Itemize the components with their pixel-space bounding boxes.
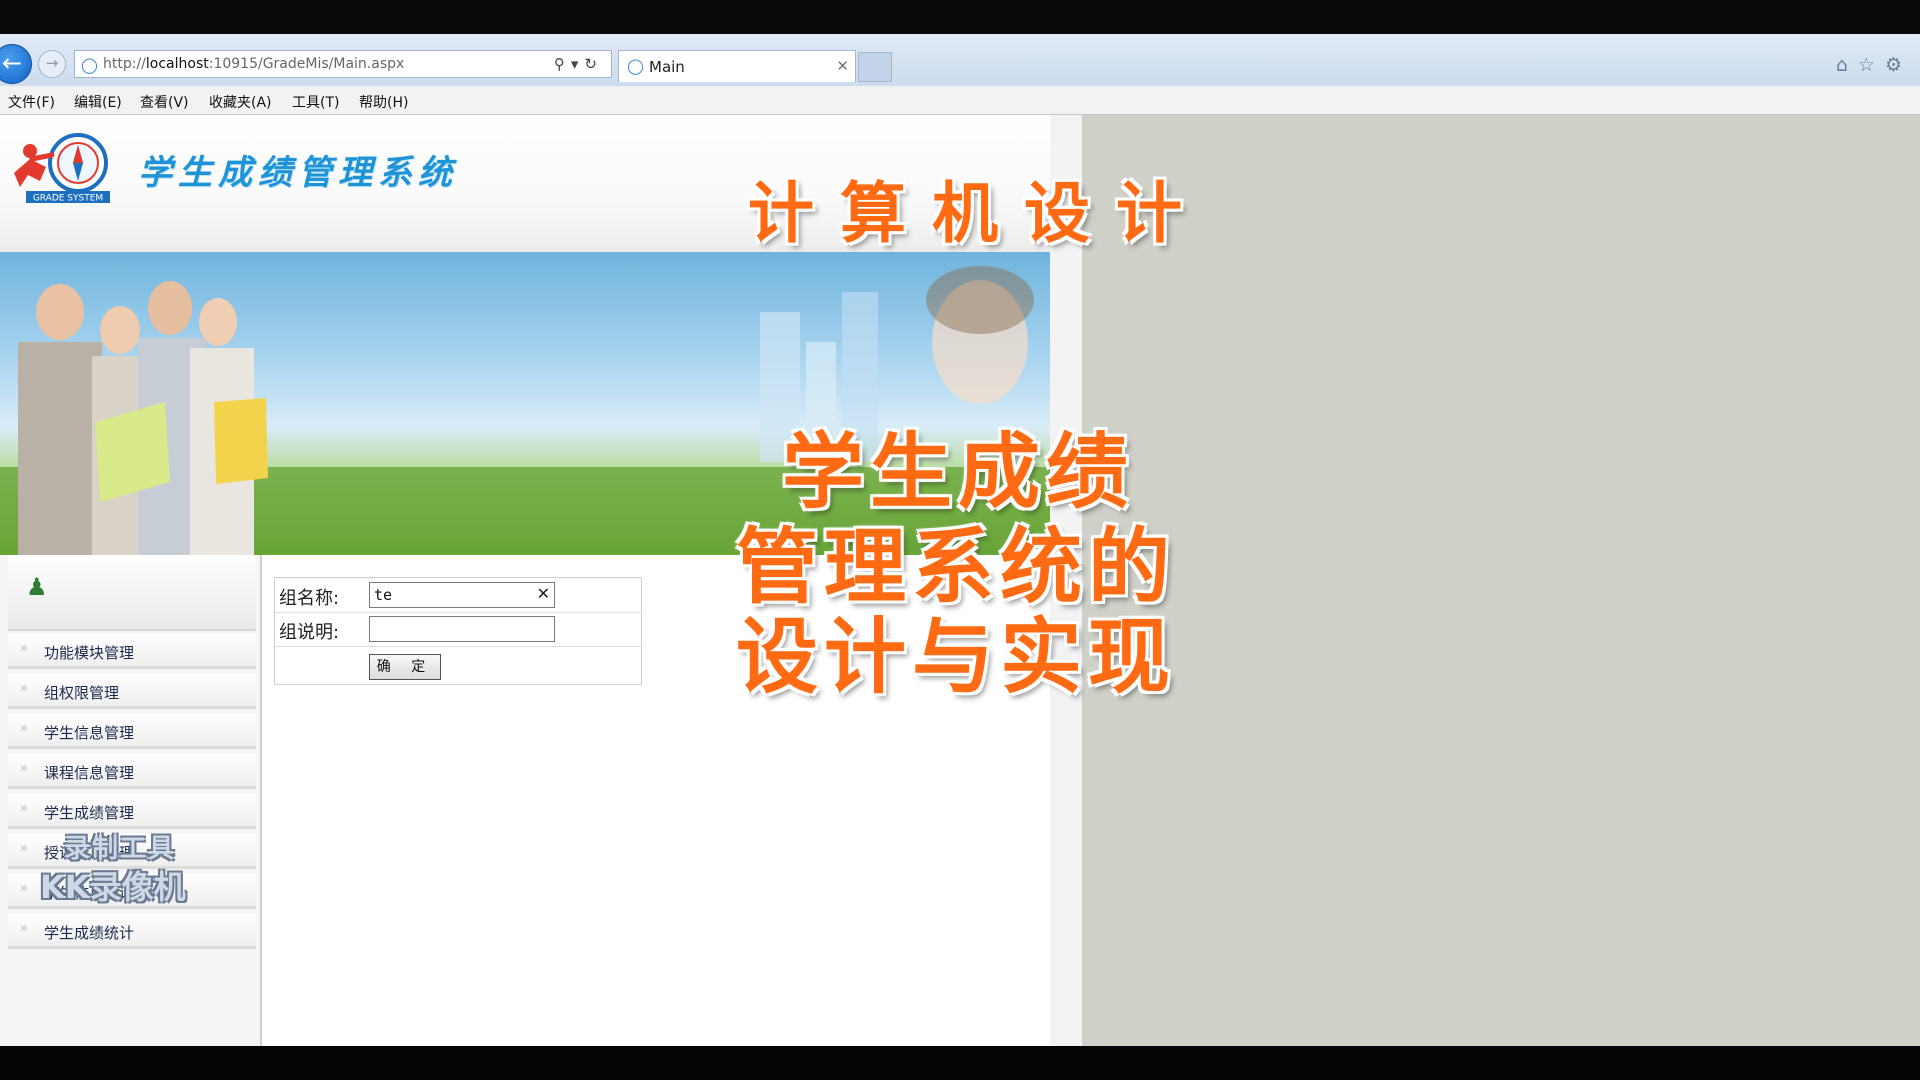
double-chevron-icon: » [20, 761, 28, 776]
refresh-icon[interactable]: ↻ [584, 55, 603, 73]
search-icon[interactable]: ⚲ [554, 55, 571, 73]
close-tab-icon[interactable]: ✕ [836, 57, 849, 75]
group-name-row: 组名称: te ✕ [275, 578, 641, 613]
group-desc-label: 组说明: [279, 622, 340, 643]
double-chevron-icon: » [20, 641, 28, 656]
double-chevron-icon: » [20, 921, 28, 936]
new-tab-button[interactable] [858, 52, 892, 82]
sidebar: ♟ » 功能模块管理 » 组权限管理 » 学生信息管理 » 课程信息管理 » 学生成绩管理… [0, 555, 262, 1046]
screen-bottom-bar [0, 1046, 1920, 1080]
address-url: http://localhost:10915/GradeMis/Main.asp… [103, 56, 405, 72]
gear-icon[interactable]: ⚙ [1885, 54, 1912, 76]
menu-view[interactable]: 查看(V) [140, 92, 189, 112]
sidebar-item-course-info[interactable]: » 课程信息管理 [8, 753, 256, 789]
sidebar-item-group-permissions[interactable]: » 组权限管理 [8, 673, 256, 709]
grade-system-logo: GRADE SYSTEM [14, 133, 110, 204]
ie-page-icon: ◯ [81, 56, 98, 74]
site-title: 学生成绩管理系统 [138, 153, 458, 193]
group-name-input[interactable]: te ✕ [369, 582, 555, 608]
banner-people-photo [18, 281, 268, 555]
tab-title: Main [649, 58, 685, 76]
double-chevron-icon: » [20, 721, 28, 736]
double-chevron-icon: » [20, 681, 28, 696]
sidebar-item-student-info[interactable]: » 学生信息管理 [8, 713, 256, 749]
group-desc-input[interactable] [369, 616, 555, 642]
menu-favorites[interactable]: 收藏夹(A) [209, 92, 272, 112]
screen-top-bar [0, 0, 1920, 34]
double-chevron-icon: » [20, 841, 28, 856]
overlay-caption-top: 计算机设计 [748, 175, 1208, 252]
group-form: 组名称: te ✕ 组说明: 确 定 [274, 577, 642, 685]
forward-button[interactable]: → [38, 50, 66, 78]
recorder-watermark-line1: 录制工具 [64, 834, 177, 864]
sidebar-item-function-modules[interactable]: » 功能模块管理 [8, 633, 256, 669]
sidebar-item-grade-stats[interactable]: » 学生成绩统计 [8, 913, 256, 949]
forward-arrow-icon: → [45, 54, 59, 72]
group-name-label: 组名称: [279, 588, 340, 609]
browser-right-icons: ⌂☆⚙ [1836, 54, 1912, 76]
menu-tools[interactable]: 工具(T) [292, 92, 339, 112]
sidebar-header: ♟ [8, 555, 256, 631]
recorder-watermark-line2: KK录像机 [40, 868, 186, 906]
overlay-caption-line3: 设计与实现 [736, 610, 1177, 705]
back-arrow-icon: ← [1, 49, 23, 77]
browser-tab-main[interactable]: ◯ Main ✕ [618, 50, 856, 82]
menu-help[interactable]: 帮助(H) [359, 92, 408, 112]
address-tools[interactable]: ⚲▾↻ [554, 55, 603, 73]
double-chevron-icon: » [20, 881, 28, 896]
dropdown-icon[interactable]: ▾ [571, 55, 585, 73]
confirm-button[interactable]: 确 定 [369, 654, 441, 680]
menu-edit[interactable]: 编辑(E) [74, 92, 122, 112]
home-icon[interactable]: ⌂ [1836, 54, 1858, 76]
favorites-star-icon[interactable]: ☆ [1858, 54, 1885, 76]
clear-input-icon[interactable]: ✕ [537, 584, 550, 603]
users-group-icon: ♟ [26, 573, 48, 601]
group-desc-row: 组说明: [275, 612, 641, 647]
address-bar[interactable]: ◯ http://localhost:10915/GradeMis/Main.a… [74, 50, 612, 78]
menu-file[interactable]: 文件(F) [8, 92, 55, 112]
double-chevron-icon: » [20, 801, 28, 816]
sidebar-item-student-grades[interactable]: » 学生成绩管理 [8, 793, 256, 829]
menu-bar: 文件(F) 编辑(E) 查看(V) 收藏夹(A) 工具(T) 帮助(H) [0, 86, 1920, 115]
group-name-value: te [374, 586, 393, 604]
ie-tab-icon: ◯ [627, 57, 644, 75]
svg-text:GRADE SYSTEM: GRADE SYSTEM [33, 194, 103, 204]
